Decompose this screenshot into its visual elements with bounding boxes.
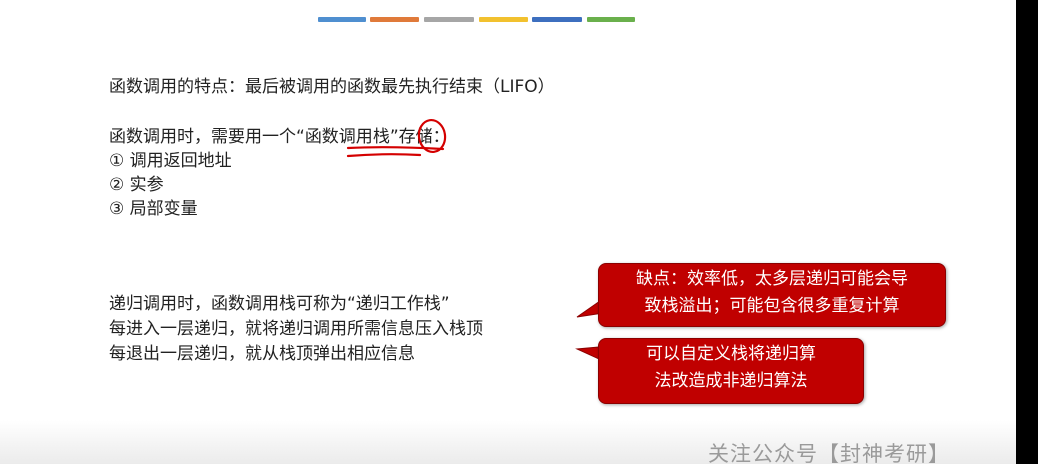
- alternative-line-2: 法改造成非递归算法: [654, 371, 808, 391]
- storage-item-2: ② 实参: [109, 175, 164, 195]
- alternative-callout: 可以自定义栈将递归算 法改造成非递归算法: [598, 338, 864, 404]
- right-edge-bar: [1016, 0, 1038, 464]
- accent-bar-5: [532, 17, 582, 22]
- drawback-line-1: 缺点：效率低，太多层递归可能会导: [636, 269, 908, 289]
- handwritten-annotation: [346, 118, 447, 158]
- recursion-stack-text: 递归调用时，函数调用栈可称为“递归工作栈”: [109, 294, 450, 314]
- storage-prefix: 函数调用时，需要用一个“: [109, 127, 305, 147]
- storage-item-1: ① 调用返回地址: [109, 151, 232, 171]
- accent-bar-2: [370, 17, 419, 22]
- recursion-pop-text: 每退出一层递归，就从栈顶弹出相应信息: [109, 344, 415, 364]
- drawback-line-2: 致栈溢出；可能包含很多重复计算: [644, 296, 900, 316]
- call-feature-text: 函数调用的特点：最后被调用的函数最先执行结束（LIFO）: [109, 77, 555, 97]
- underline-mark-2: [346, 153, 422, 158]
- accent-bar-6: [587, 17, 635, 22]
- underline-mark-1: [346, 146, 445, 151]
- drawback-callout: 缺点：效率低，太多层递归可能会导 致栈溢出；可能包含很多重复计算: [598, 263, 946, 327]
- recursion-push-text: 每进入一层递归，就将递归调用所需信息压入栈顶: [109, 319, 483, 339]
- storage-item-3: ③ 局部变量: [109, 199, 198, 219]
- accent-bar-3: [424, 17, 474, 22]
- alternative-line-1: 可以自定义栈将递归算: [646, 344, 816, 364]
- accent-bar-1: [318, 17, 366, 22]
- accent-bar-4: [479, 17, 528, 22]
